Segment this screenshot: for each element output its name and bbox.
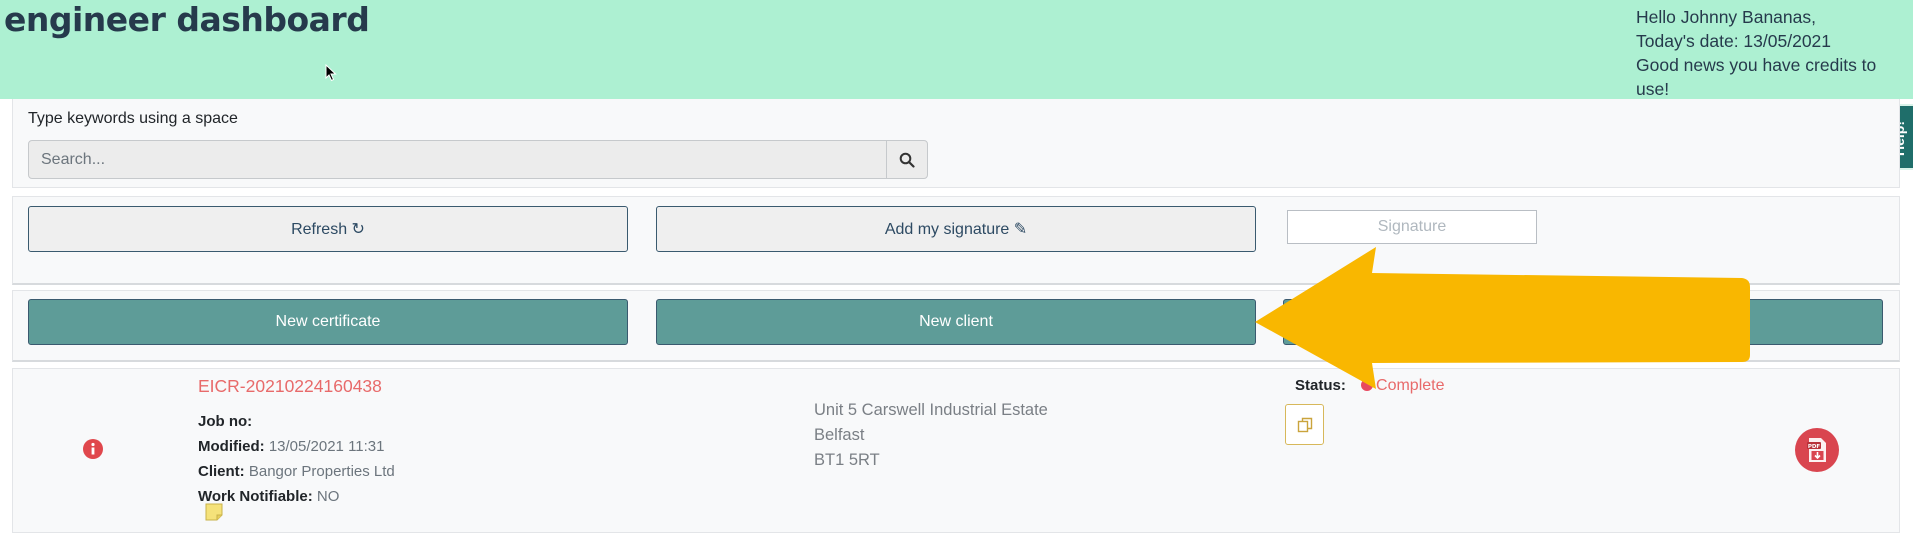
address-line-2: Belfast [814, 426, 865, 444]
new-certificate-button[interactable]: New certificate [28, 299, 628, 345]
status-dot-icon [1361, 379, 1373, 391]
client-field: Client: Bangor Properties Ltd [198, 463, 395, 480]
status-label: Status: [1295, 377, 1346, 394]
address-line-3: BT1 5RT [814, 451, 880, 469]
copy-icon [1297, 417, 1312, 432]
search-icon [899, 152, 915, 168]
address-line-1: Unit 5 Carswell Industrial Estate [814, 401, 1048, 419]
pdf-download-button[interactable]: PDF [1795, 428, 1839, 472]
certificate-id-link[interactable]: EICR-20210224160438 [198, 376, 382, 397]
search-input[interactable] [29, 141, 887, 178]
modified-value: 13/05/2021 11:31 [268, 438, 385, 455]
refresh-button[interactable]: Refresh ↻ [28, 206, 628, 252]
copy-button[interactable] [1285, 404, 1324, 445]
new-client-button[interactable]: New client [656, 299, 1256, 345]
search-button[interactable] [886, 141, 927, 178]
add-signature-button[interactable]: Add my signature ✎ [656, 206, 1256, 252]
create-panel: New certificate New client [12, 290, 1900, 362]
signature-box[interactable]: Signature [1287, 210, 1537, 244]
action-panel: Refresh ↻ Add my signature ✎ Signature [12, 196, 1900, 285]
site-address: Unit 5 Carswell Industrial Estate Belfas… [814, 398, 1048, 473]
mouse-cursor-icon [325, 64, 337, 82]
status-field: Status: Complete [1295, 377, 1445, 395]
work-notifiable-value: NO [316, 488, 340, 505]
greeting-hello: Hello Johnny Bananas, [1636, 7, 1816, 27]
sticky-note-icon[interactable] [205, 503, 223, 521]
user-greeting: Hello Johnny Bananas, Today's date: 13/0… [1636, 5, 1913, 101]
top-header: engineer dashboard Hello Johnny Bananas,… [0, 0, 1913, 99]
client-value: Bangor Properties Ltd [248, 463, 395, 480]
client-label: Client: [198, 463, 245, 480]
greeting-date: Today's date: 13/05/2021 [1636, 31, 1832, 51]
certificate-row: EICR-20210224160438 Job no: Modified: 13… [12, 368, 1900, 533]
modified-field: Modified: 13/05/2021 11:31 [198, 438, 385, 455]
modified-label: Modified: [198, 438, 265, 455]
brand-title: engineer dashboard [4, 0, 370, 39]
status-value: Complete [1376, 377, 1445, 394]
pdf-download-icon: PDF [1807, 438, 1826, 462]
svg-text:PDF: PDF [1808, 444, 1821, 450]
search-panel: Type keywords using a space [12, 99, 1900, 188]
info-icon[interactable] [83, 439, 103, 459]
search-label: Type keywords using a space [28, 110, 238, 127]
job-no-field: Job no: [198, 413, 252, 430]
search-group [28, 140, 928, 179]
greeting-credits: Good news you have credits to use! [1636, 55, 1877, 99]
job-no-label: Job no: [198, 413, 253, 430]
third-action-button[interactable] [1283, 299, 1883, 345]
